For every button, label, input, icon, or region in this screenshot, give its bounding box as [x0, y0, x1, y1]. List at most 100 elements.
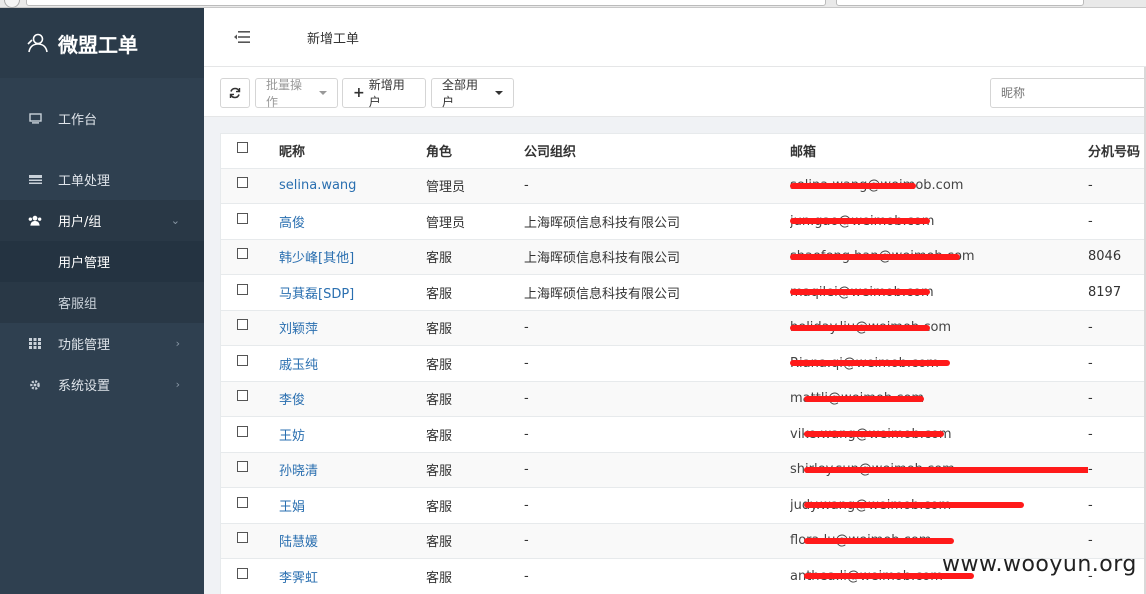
table-row[interactable]: 王娟客服-judy.wang@weimob.com- [221, 487, 1146, 524]
user-org: - [524, 558, 790, 594]
nickname-search-input[interactable] [990, 78, 1146, 108]
user-org: - [524, 310, 790, 346]
sidebar-item-label: 工作台 [58, 113, 98, 128]
user-extension: - [1088, 487, 1146, 524]
row-checkbox[interactable] [237, 425, 248, 437]
user-email-cell: mattli@weimob.com [790, 381, 1088, 417]
user-email-cell: vike.wang@weimob.com [790, 416, 1088, 453]
user-table: 昵称 角色 公司组织 邮箱 分机号码 selina.wang管理员-selina… [221, 134, 1146, 594]
user-nickname-link[interactable]: 王娟 [279, 487, 426, 524]
user-org: - [524, 381, 790, 417]
column-header-extension[interactable]: 分机号码 [1088, 134, 1146, 169]
caret-down-icon [319, 91, 327, 95]
sidebar-item-settings[interactable]: 系统设置 › [0, 364, 204, 405]
table-row[interactable]: 李俊客服-mattli@weimob.com- [221, 381, 1146, 417]
user-nickname-link[interactable]: 马萁磊[SDP] [279, 274, 426, 311]
menu-toggle-icon[interactable] [234, 31, 250, 43]
sidebar-item-label: 功能管理 [58, 338, 111, 353]
user-email-cell: shirley.sun@weimob.com [790, 452, 1088, 488]
sidebar-subitem-user-management[interactable]: 用户管理 [0, 241, 204, 282]
row-select-cell [221, 168, 279, 204]
user-nickname-link[interactable]: 孙晓清 [279, 452, 426, 488]
sidebar-item-features[interactable]: 功能管理 › [0, 323, 204, 364]
select-all-checkbox[interactable] [237, 142, 248, 154]
address-bar[interactable] [26, 0, 826, 6]
user-org: - [524, 523, 790, 559]
grid-icon [28, 338, 42, 349]
row-checkbox[interactable] [237, 532, 248, 544]
row-checkbox[interactable] [237, 567, 248, 579]
row-checkbox[interactable] [237, 248, 248, 260]
add-user-button[interactable]: + 新增用户 [342, 78, 426, 109]
user-email-cell: selina.wang@weimob.com [790, 168, 1088, 204]
row-select-cell [221, 416, 279, 453]
refresh-icon [229, 87, 241, 99]
user-role: 客服 [426, 345, 524, 382]
user-nickname-link[interactable]: 陆慧媛 [279, 523, 426, 559]
column-header-role[interactable]: 角色 [426, 134, 524, 169]
row-select-cell [221, 239, 279, 275]
row-checkbox[interactable] [237, 390, 248, 402]
browser-search-box[interactable] [836, 0, 1084, 6]
user-nickname-link[interactable]: 高俊 [279, 203, 426, 240]
redaction-mark [790, 182, 916, 189]
sidebar-item-label: 用户管理 [58, 256, 111, 271]
user-extension: 8197 [1088, 274, 1146, 311]
row-checkbox[interactable] [237, 212, 248, 224]
column-header-email[interactable]: 邮箱 [790, 134, 1088, 169]
sidebar-item-label: 系统设置 [58, 379, 111, 394]
row-select-cell [221, 345, 279, 382]
row-checkbox[interactable] [237, 319, 248, 331]
row-checkbox[interactable] [237, 496, 248, 508]
sidebar-item-users-groups[interactable]: 用户/组 ⌄ [0, 200, 204, 241]
user-org: - [524, 452, 790, 488]
user-nickname-link[interactable]: 王妨 [279, 416, 426, 453]
column-header-org[interactable]: 公司组织 [524, 134, 790, 169]
table-row[interactable]: 高俊管理员上海晖硕信息科技有限公司jun.gao@weimob.com- [221, 203, 1146, 240]
user-role: 管理员 [426, 168, 524, 204]
sidebar-item-dashboard[interactable]: 工作台 [0, 98, 204, 139]
user-headset-icon [27, 33, 48, 53]
select-all-cell [221, 134, 279, 169]
table-row[interactable]: 马萁磊[SDP]客服上海晖硕信息科技有限公司maqilei@weimob.com… [221, 274, 1146, 311]
table-header-row: 昵称 角色 公司组织 邮箱 分机号码 [221, 134, 1146, 169]
app-logo[interactable]: 微盟工单 [0, 8, 204, 78]
new-ticket-link[interactable]: 新增工单 [307, 28, 359, 47]
user-nickname-link[interactable]: 戚玉纯 [279, 345, 426, 382]
sidebar: 微盟工单 工作台 工单处理 用户/组 ⌄ 用户管理 客服组 功能管理 › 系统设… [0, 8, 204, 594]
table-row[interactable]: 王妨客服-vike.wang@weimob.com- [221, 416, 1146, 453]
table-row[interactable]: 韩少峰[其他]客服上海晖硕信息科技有限公司shaofeng.han@weimob… [221, 239, 1146, 275]
user-role: 客服 [426, 487, 524, 524]
user-nickname-link[interactable]: 李霁虹 [279, 558, 426, 594]
refresh-button[interactable] [220, 78, 250, 108]
list-icon [28, 174, 42, 185]
user-org: - [524, 487, 790, 524]
user-nickname-link[interactable]: selina.wang [279, 168, 426, 204]
sidebar-subitem-service-group[interactable]: 客服组 [0, 282, 204, 323]
table-row[interactable]: selina.wang管理员-selina.wang@weimob.com- [221, 168, 1146, 204]
sidebar-item-tickets[interactable]: 工单处理 [0, 159, 204, 200]
user-org: 上海晖硕信息科技有限公司 [524, 239, 790, 275]
user-role: 客服 [426, 239, 524, 275]
back-button[interactable] [4, 0, 20, 8]
table-row[interactable]: 刘颖萍客服-holiday.liu@weimob.com- [221, 310, 1146, 346]
user-org: - [524, 416, 790, 453]
users-icon [28, 215, 42, 227]
row-checkbox[interactable] [237, 177, 248, 189]
user-email-cell: Riana.qi@weimob.com [790, 345, 1088, 382]
user-role: 客服 [426, 523, 524, 559]
column-header-nickname[interactable]: 昵称 [279, 134, 426, 169]
user-filter-dropdown[interactable]: 全部用户 [431, 78, 514, 109]
table-row[interactable]: 孙晓清客服-shirley.sun@weimob.com- [221, 452, 1146, 488]
batch-actions-dropdown[interactable]: 批量操作 [255, 78, 338, 109]
row-checkbox[interactable] [237, 354, 248, 366]
user-nickname-link[interactable]: 刘颖萍 [279, 310, 426, 346]
table-row[interactable]: 戚玉纯客服-Riana.qi@weimob.com- [221, 345, 1146, 382]
row-checkbox[interactable] [237, 461, 248, 473]
user-nickname-link[interactable]: 韩少峰[其他] [279, 239, 426, 275]
monitor-icon [28, 113, 42, 124]
row-checkbox[interactable] [237, 283, 248, 295]
user-email-cell: shaofeng.han@weimob.com [790, 239, 1088, 275]
user-nickname-link[interactable]: 李俊 [279, 381, 426, 417]
redaction-mark [790, 360, 950, 366]
